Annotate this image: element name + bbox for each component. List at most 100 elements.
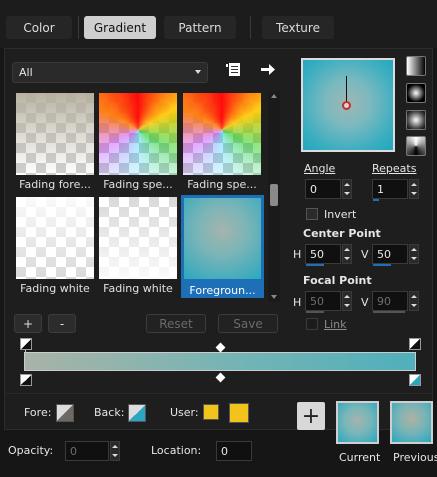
gradient-thumb-4[interactable]: Fading white (15, 196, 95, 296)
focal-v-field[interactable]: 90 (372, 291, 408, 313)
repeats-spinner[interactable] (409, 179, 419, 199)
tab-separator (250, 16, 251, 39)
opacity-stop-left[interactable] (20, 338, 32, 350)
angle-label: Angle (304, 162, 336, 175)
link-checkbox[interactable] (306, 318, 318, 330)
focal-v-spinner[interactable] (409, 291, 419, 311)
tab-separator (78, 16, 79, 39)
thumb-image (16, 197, 94, 279)
save-button[interactable]: Save (218, 314, 278, 333)
focal-h-label: H (293, 296, 302, 309)
opacity-value: 0 (70, 444, 77, 458)
sunburst-style-button[interactable] (406, 110, 426, 130)
thumb-image (184, 198, 261, 279)
tab-pattern[interactable]: Pattern (164, 16, 236, 39)
center-h-level (306, 264, 324, 266)
thumb-label: Fading white (20, 282, 90, 295)
repeats-field[interactable]: 1 (372, 179, 408, 201)
rectangular-style-button[interactable] (406, 83, 426, 103)
tab-gradient[interactable]: Gradient (84, 16, 156, 39)
repeats-value: 1 (377, 182, 384, 196)
angle-handle-line (346, 76, 347, 104)
location-label: Location: (151, 444, 202, 457)
center-h-spinner[interactable] (342, 244, 352, 264)
category-value: All (19, 66, 33, 79)
user-label: User: (170, 406, 199, 419)
user-swatch-small[interactable] (203, 404, 219, 420)
thumb-label: Foregroun... (189, 284, 256, 297)
color-stop-left[interactable] (20, 374, 32, 386)
center-h-field[interactable]: 50 (305, 244, 341, 266)
location-field[interactable]: 0 (216, 441, 252, 461)
opacity-label: Opacity: (8, 444, 54, 457)
back-label: Back: (94, 406, 125, 419)
radial-style-button[interactable] (406, 136, 426, 156)
focal-h-spinner[interactable] (342, 291, 352, 311)
chevron-down-icon (195, 70, 201, 74)
fore-swatch[interactable] (56, 404, 74, 422)
color-stop-right[interactable] (409, 374, 421, 386)
focal-v-level (373, 311, 405, 313)
gradient-thumb-5[interactable]: Fading white (98, 196, 178, 296)
center-h-value: 50 (310, 247, 324, 261)
opacity-field[interactable]: 0 (65, 441, 109, 461)
opacity-stop-right[interactable] (409, 338, 421, 350)
repeats-level (373, 199, 379, 201)
gradient-thumb-3[interactable]: Fading spe... (182, 92, 262, 192)
gradient-thumb-1[interactable]: Fading fore... (15, 92, 95, 192)
category-dropdown[interactable]: All (12, 62, 208, 83)
focal-h-level (306, 311, 324, 313)
center-point-label: Center Point (303, 227, 381, 240)
focal-h-field[interactable]: 50 (305, 291, 341, 313)
reset-button[interactable]: Reset (146, 314, 206, 333)
center-v-label: V (361, 248, 369, 261)
scrollbar-thumb[interactable] (270, 184, 278, 206)
center-v-value: 50 (377, 247, 391, 261)
thumb-label: Fading white (103, 282, 173, 295)
angle-spinner[interactable] (342, 179, 352, 199)
focal-v-value: 90 (377, 294, 391, 308)
invert-checkbox[interactable] (306, 208, 318, 220)
thumb-image (16, 93, 94, 175)
library-menu-icon[interactable] (226, 62, 242, 77)
user-swatch[interactable] (229, 403, 249, 423)
thumb-image (183, 93, 261, 175)
center-v-field[interactable]: 50 (372, 244, 408, 266)
opacity-spinner[interactable] (110, 441, 120, 461)
link-label: Link (324, 318, 347, 331)
back-swatch[interactable] (128, 404, 146, 422)
previous-label: Previous (393, 451, 437, 464)
center-v-level (373, 264, 391, 266)
current-sample[interactable] (336, 401, 379, 444)
fore-label: Fore: (24, 406, 52, 419)
focal-point-label: Focal Point (303, 274, 372, 287)
divider (4, 393, 433, 394)
gradient-bar[interactable] (24, 352, 416, 371)
tab-texture[interactable]: Texture (262, 16, 334, 39)
center-h-label: H (293, 248, 302, 261)
linear-style-button[interactable] (406, 56, 426, 76)
thumb-image (99, 93, 177, 175)
repeats-label: Repeats (372, 162, 417, 175)
previous-sample[interactable] (390, 401, 433, 444)
thumb-image (99, 197, 177, 279)
location-value: 0 (221, 444, 228, 458)
center-v-spinner[interactable] (409, 244, 419, 264)
add-gradient-button[interactable]: + (14, 314, 42, 333)
remove-gradient-button[interactable]: - (48, 314, 76, 333)
arrow-right-icon[interactable] (261, 63, 275, 76)
angle-field[interactable]: 0 (305, 179, 341, 199)
angle-value: 0 (310, 182, 317, 196)
gradient-thumb-2[interactable]: Fading spe... (98, 92, 178, 192)
thumb-label: Fading fore... (19, 178, 91, 191)
center-point-handle[interactable] (342, 101, 351, 110)
current-label: Current (339, 451, 381, 464)
tab-color[interactable]: Color (6, 16, 72, 39)
thumb-label: Fading spe... (103, 178, 173, 191)
add-to-swatches-button[interactable]: + (297, 402, 325, 430)
scroll-up-icon[interactable] (271, 94, 277, 98)
focal-h-value: 50 (310, 294, 324, 308)
focal-v-label: V (361, 296, 369, 309)
scroll-down-icon[interactable] (271, 295, 277, 299)
gradient-thumb-6-selected[interactable]: Foregroun... (181, 195, 264, 298)
